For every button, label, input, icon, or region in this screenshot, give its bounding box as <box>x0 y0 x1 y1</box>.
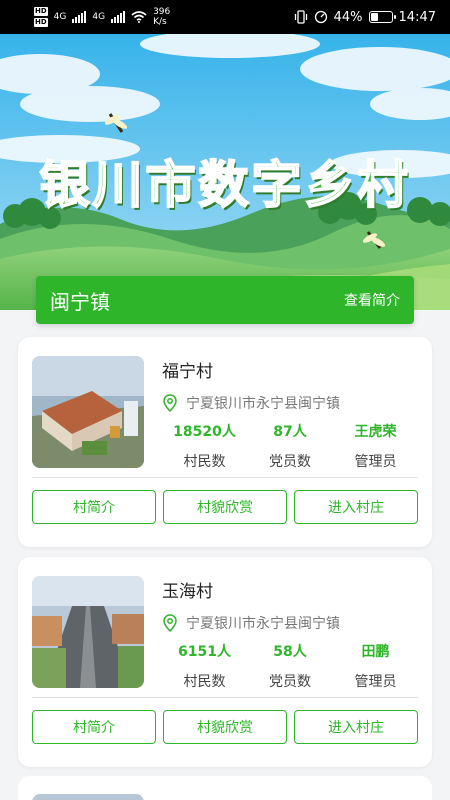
village-photo[interactable] <box>32 576 144 688</box>
hd-top-label: HD <box>34 7 48 16</box>
village-intro-button[interactable]: 村简介 <box>32 490 156 524</box>
card-actions: 村简介 村貌欣赏 进入村庄 <box>32 490 418 524</box>
signal-b-label: 4G <box>92 12 106 22</box>
location-pin-icon <box>163 614 177 632</box>
stat-value: 6151人 <box>178 644 231 660</box>
village-address-text: 宁夏银川市永宁县闽宁镇 <box>186 396 340 412</box>
stat-admin: 王虎荣 管理员 <box>333 421 418 471</box>
card-divider <box>32 477 418 478</box>
card-divider <box>32 697 418 698</box>
stat-value: 王虎荣 <box>354 424 397 440</box>
village-address-text: 宁夏银川市永宁县闽宁镇 <box>186 616 340 632</box>
enter-village-button[interactable]: 进入村庄 <box>294 710 418 744</box>
stat-party-members: 58人 党员数 <box>248 641 333 691</box>
net-speed-value: 396 <box>153 7 171 17</box>
enter-village-button[interactable]: 进入村庄 <box>294 490 418 524</box>
view-intro-link[interactable]: 查看简介 <box>344 290 400 310</box>
status-bar: HD HD 4G 4G 396 K/s 44% 14:47 <box>0 0 450 34</box>
village-address: 宁夏银川市永宁县闽宁镇 <box>162 393 340 413</box>
battery-fill <box>370 13 379 21</box>
status-left: HD HD 4G 4G 396 K/s <box>34 6 170 28</box>
hd-bottom-label: HD <box>34 18 48 27</box>
stat-label: 管理员 <box>354 674 397 690</box>
stat-residents: 18520人 村民数 <box>162 421 247 471</box>
net-speed: 396 K/s <box>153 7 170 27</box>
stat-admin: 田鹏 管理员 <box>333 641 418 691</box>
stat-label: 党员数 <box>269 674 311 690</box>
village-stats: 18520人 村民数 87人 党员数 王虎荣 管理员 <box>162 421 418 471</box>
signal-a-label: 4G <box>53 12 67 22</box>
village-card: 福宁村 宁夏银川市永宁县闽宁镇 18520人 村民数 87人 党员数 王虎荣 管… <box>18 337 432 547</box>
hero-banner: 银川市数字乡村 <box>0 34 450 310</box>
location-pin-icon <box>163 394 177 412</box>
stat-party-members: 87人 党员数 <box>248 421 333 471</box>
battery-percent: 44% <box>333 9 363 25</box>
card-actions: 村简介 村貌欣赏 进入村庄 <box>32 710 418 744</box>
stat-value: 田鹏 <box>361 644 390 660</box>
village-address: 宁夏银川市永宁县闽宁镇 <box>162 613 340 633</box>
hero-title: 银川市数字乡村 <box>39 154 411 215</box>
stat-label: 管理员 <box>354 454 397 470</box>
village-card: 玉海村 宁夏银川市永宁县闽宁镇 6151人 村民数 58人 党员数 田鹏 管理员… <box>18 557 432 767</box>
village-name: 福宁村 <box>162 362 213 382</box>
village-stats: 6151人 村民数 58人 党员数 田鹏 管理员 <box>162 641 418 691</box>
status-right: 44% 14:47 <box>294 10 436 25</box>
hd-indicator: HD HD <box>34 6 48 28</box>
stat-value: 58人 <box>273 644 307 660</box>
village-name: 玉海村 <box>162 582 213 602</box>
net-speed-unit: K/s <box>153 17 167 27</box>
village-photo[interactable] <box>32 356 144 468</box>
clock: 14:47 <box>398 9 436 25</box>
stat-value: 18520人 <box>173 424 236 440</box>
village-photo <box>32 794 144 800</box>
village-card-partial[interactable] <box>18 776 432 800</box>
stat-label: 村民数 <box>183 454 226 470</box>
data-saver-icon <box>314 10 327 24</box>
town-header: 闽宁镇 查看简介 <box>36 276 414 324</box>
signal-icon-2 <box>111 11 126 23</box>
wifi-icon <box>131 11 147 23</box>
vibrate-icon <box>294 10 307 24</box>
stat-value: 87人 <box>273 424 307 440</box>
village-intro-button[interactable]: 村简介 <box>32 710 156 744</box>
signal-icon <box>72 11 87 23</box>
village-gallery-button[interactable]: 村貌欣赏 <box>163 710 287 744</box>
village-gallery-button[interactable]: 村貌欣赏 <box>163 490 287 524</box>
stat-label: 党员数 <box>269 454 311 470</box>
town-name: 闽宁镇 <box>50 289 110 314</box>
stat-label: 村民数 <box>183 674 226 690</box>
stat-residents: 6151人 村民数 <box>162 641 247 691</box>
battery-icon <box>368 11 396 23</box>
